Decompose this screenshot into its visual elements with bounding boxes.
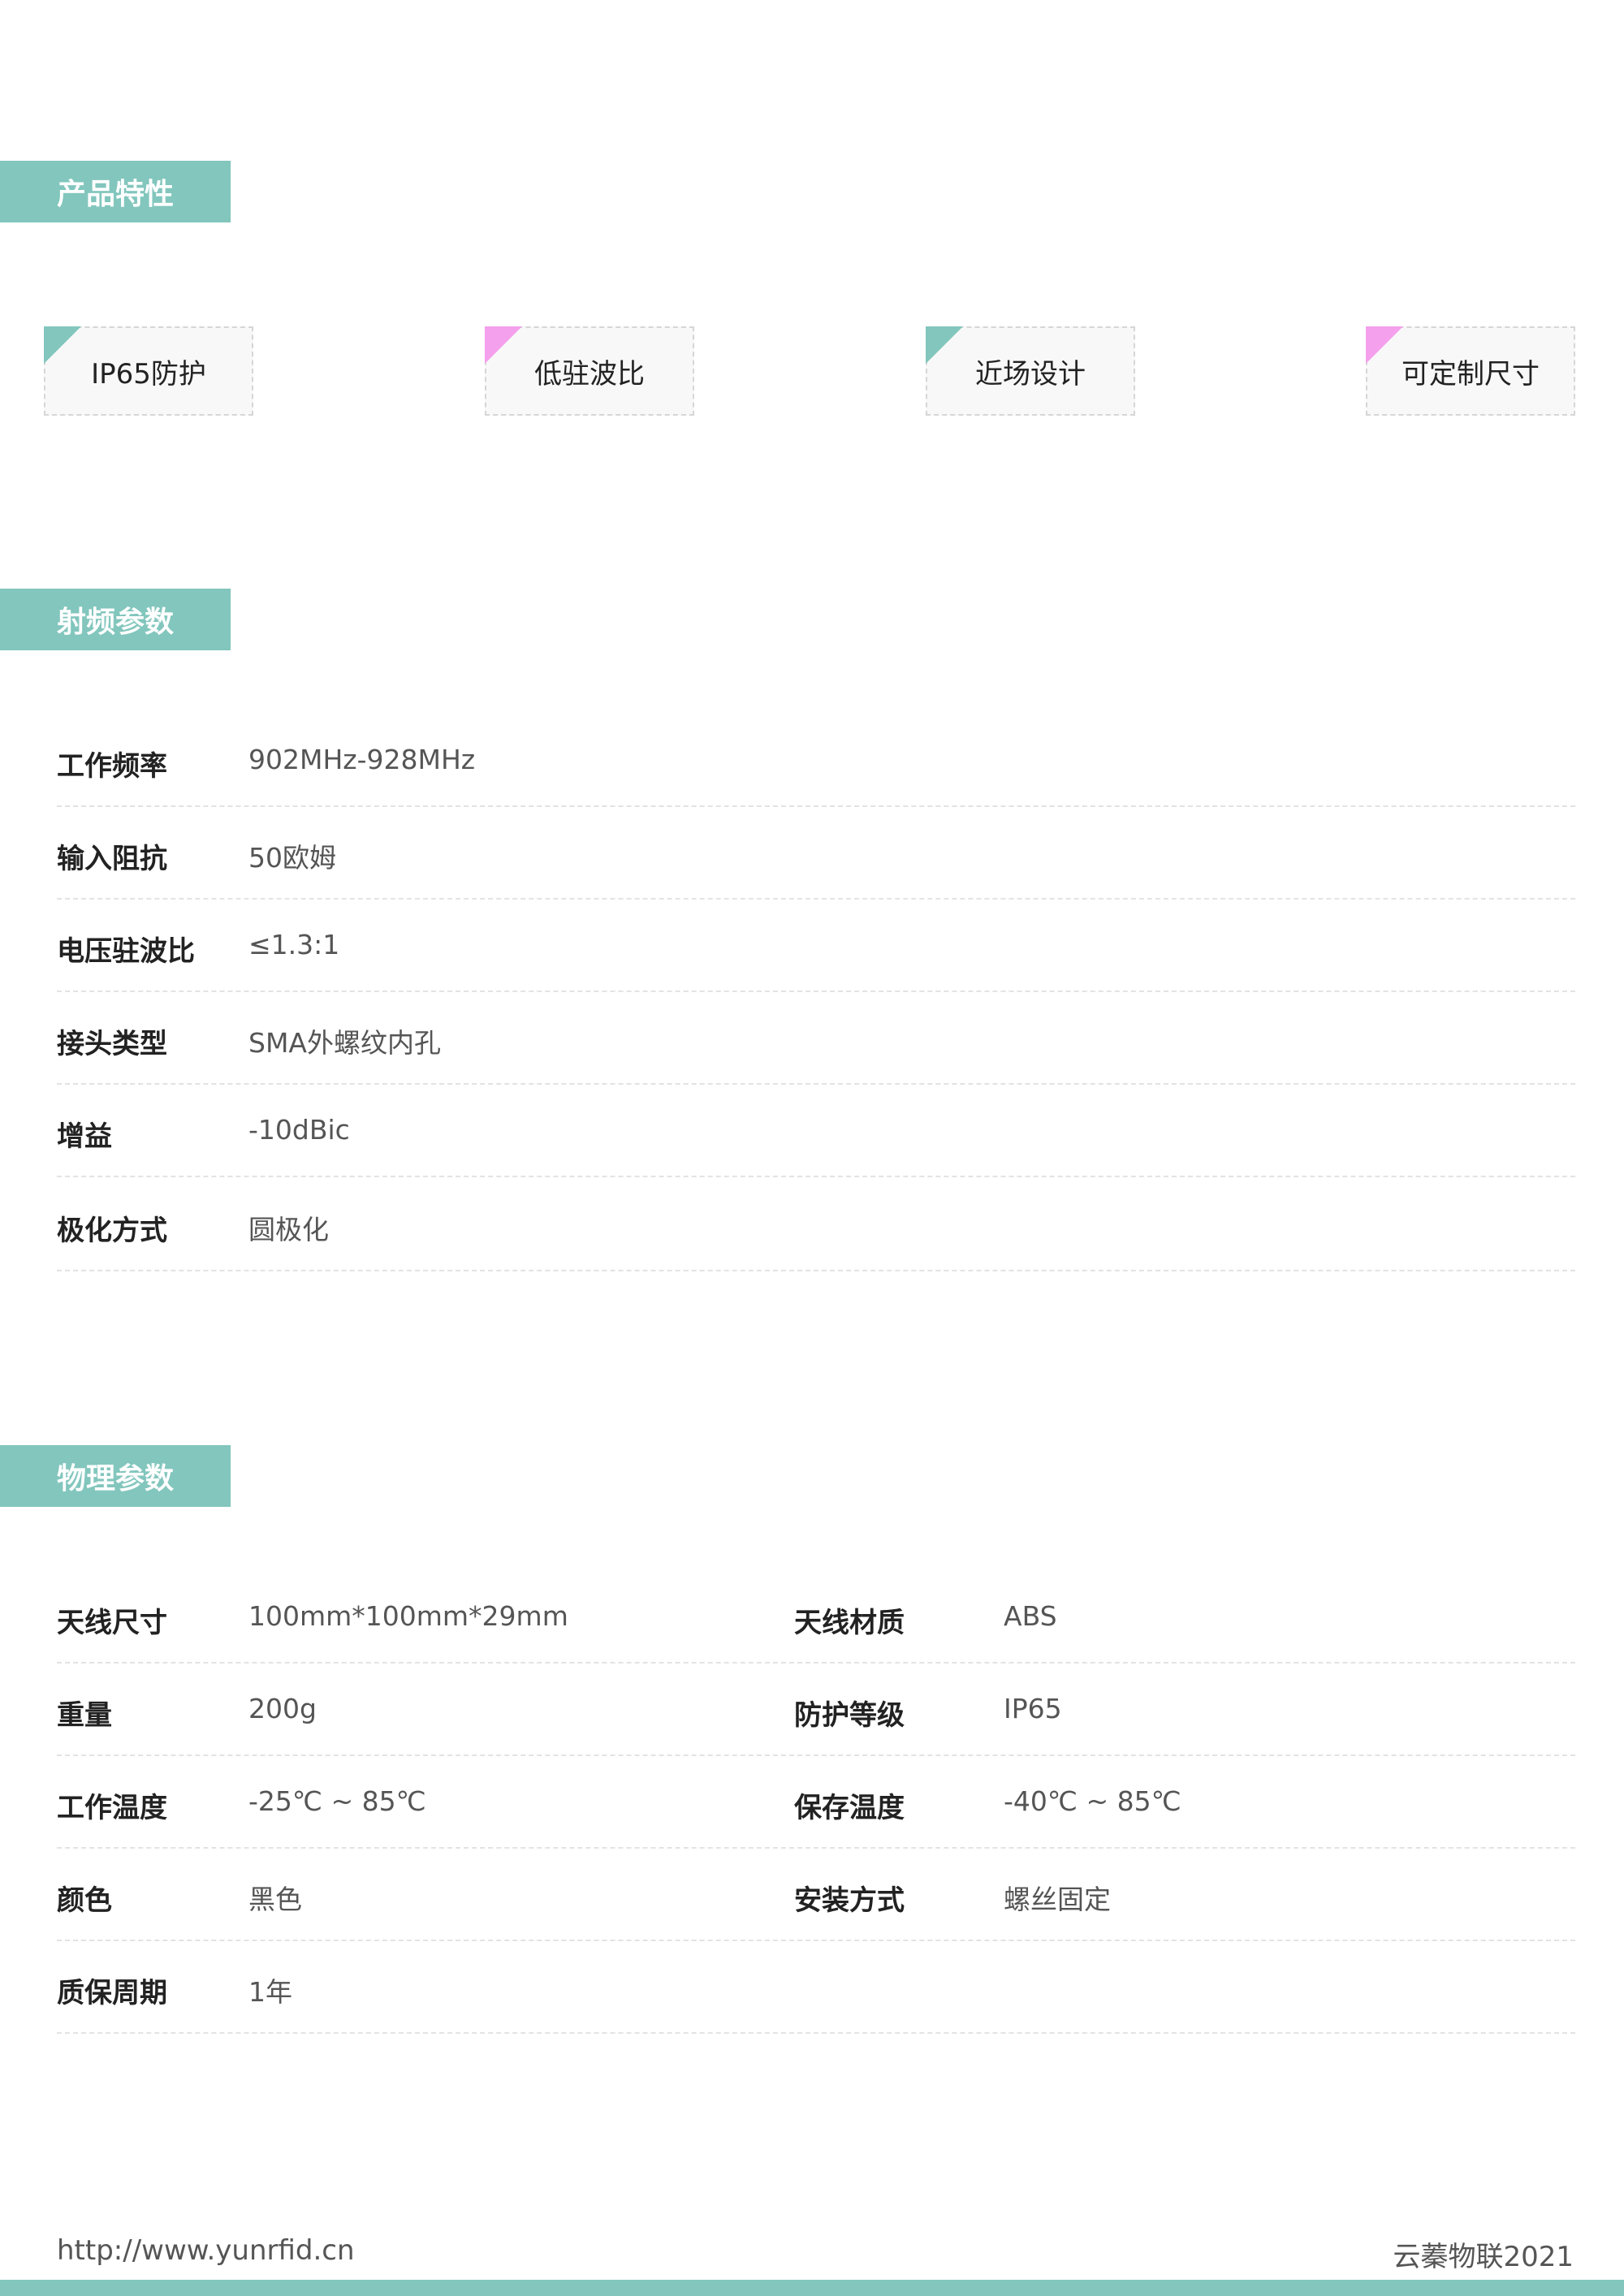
param-value: 50欧姆 xyxy=(248,842,336,874)
physical-row: 天线尺寸 100mm*100mm*29mm 天线材质 ABS xyxy=(57,1571,1575,1664)
param-label: 工作温度 xyxy=(57,1792,167,1824)
param-label: 重量 xyxy=(57,1699,112,1732)
rf-row: 工作频率 902MHz-928MHz xyxy=(57,714,1575,807)
section-title-features: 产品特性 xyxy=(0,161,231,222)
param-value: -10dBic xyxy=(248,1114,350,1146)
param-label: 防护等级 xyxy=(794,1699,905,1732)
param-value: 100mm*100mm*29mm xyxy=(248,1600,568,1632)
param-label: 增益 xyxy=(57,1120,112,1153)
footer-brand: 云蓁物联2021 xyxy=(1393,2241,1574,2273)
param-value: 902MHz-928MHz xyxy=(248,744,476,775)
section-title-rf: 射频参数 xyxy=(0,589,231,650)
param-value: ≤1.3:1 xyxy=(248,929,340,960)
physical-row: 重量 200g 防护等级 IP65 xyxy=(57,1664,1575,1756)
footer-url[interactable]: http://www.yunrfid.cn xyxy=(57,2234,355,2267)
feature-label: 低驻波比 xyxy=(534,357,645,391)
param-label: 工作频率 xyxy=(57,750,167,783)
physical-row: 颜色 黑色 安装方式 螺丝固定 xyxy=(57,1849,1575,1941)
physical-row: 工作温度 -25℃ ~ 85℃ 保存温度 -40℃ ~ 85℃ xyxy=(57,1756,1575,1849)
param-label: 颜色 xyxy=(57,1884,112,1917)
feature-label: IP65防护 xyxy=(91,357,206,391)
param-label: 接头类型 xyxy=(57,1028,167,1060)
feature-custom-size: 可定制尺寸 xyxy=(1366,326,1575,416)
param-value: 螺丝固定 xyxy=(1004,1884,1111,1915)
param-value: -40℃ ~ 85℃ xyxy=(1004,1785,1181,1817)
rf-row: 接头类型 SMA外螺纹内孔 xyxy=(57,992,1575,1085)
param-value: 圆极化 xyxy=(248,1214,329,1245)
param-label: 质保周期 xyxy=(57,1977,167,2009)
feature-label: 近场设计 xyxy=(975,357,1086,391)
param-value: 200g xyxy=(248,1693,317,1724)
corner-mark-icon xyxy=(1366,326,1403,364)
param-label: 电压驻波比 xyxy=(57,935,195,968)
physical-row: 质保周期 1年 xyxy=(57,1941,1575,2034)
corner-mark-icon xyxy=(485,326,522,364)
param-label: 安装方式 xyxy=(794,1884,905,1917)
corner-mark-icon xyxy=(926,326,963,364)
param-label: 极化方式 xyxy=(57,1215,167,1247)
section-title-physical: 物理参数 xyxy=(0,1445,231,1507)
param-value: IP65 xyxy=(1004,1693,1062,1724)
param-value: ABS xyxy=(1004,1600,1057,1632)
rf-row: 输入阻抗 50欧姆 xyxy=(57,807,1575,900)
feature-near-field: 近场设计 xyxy=(926,326,1135,416)
bottom-accent-bar xyxy=(0,2280,1624,2296)
rf-row: 电压驻波比 ≤1.3:1 xyxy=(57,900,1575,992)
param-value: 黑色 xyxy=(248,1884,302,1915)
param-value: -25℃ ~ 85℃ xyxy=(248,1785,426,1817)
rf-row: 增益 -10dBic xyxy=(57,1085,1575,1177)
param-label: 天线尺寸 xyxy=(57,1607,167,1639)
param-value: SMA外螺纹内孔 xyxy=(248,1027,441,1059)
param-label: 保存温度 xyxy=(794,1792,905,1824)
feature-label: 可定制尺寸 xyxy=(1402,357,1540,391)
corner-mark-icon xyxy=(44,326,81,364)
feature-ip65: IP65防护 xyxy=(44,326,253,416)
param-label: 输入阻抗 xyxy=(57,843,167,875)
param-value: 1年 xyxy=(248,1976,292,2008)
feature-low-vswr: 低驻波比 xyxy=(485,326,694,416)
param-label: 天线材质 xyxy=(794,1607,905,1639)
rf-row: 极化方式 圆极化 xyxy=(57,1179,1575,1271)
